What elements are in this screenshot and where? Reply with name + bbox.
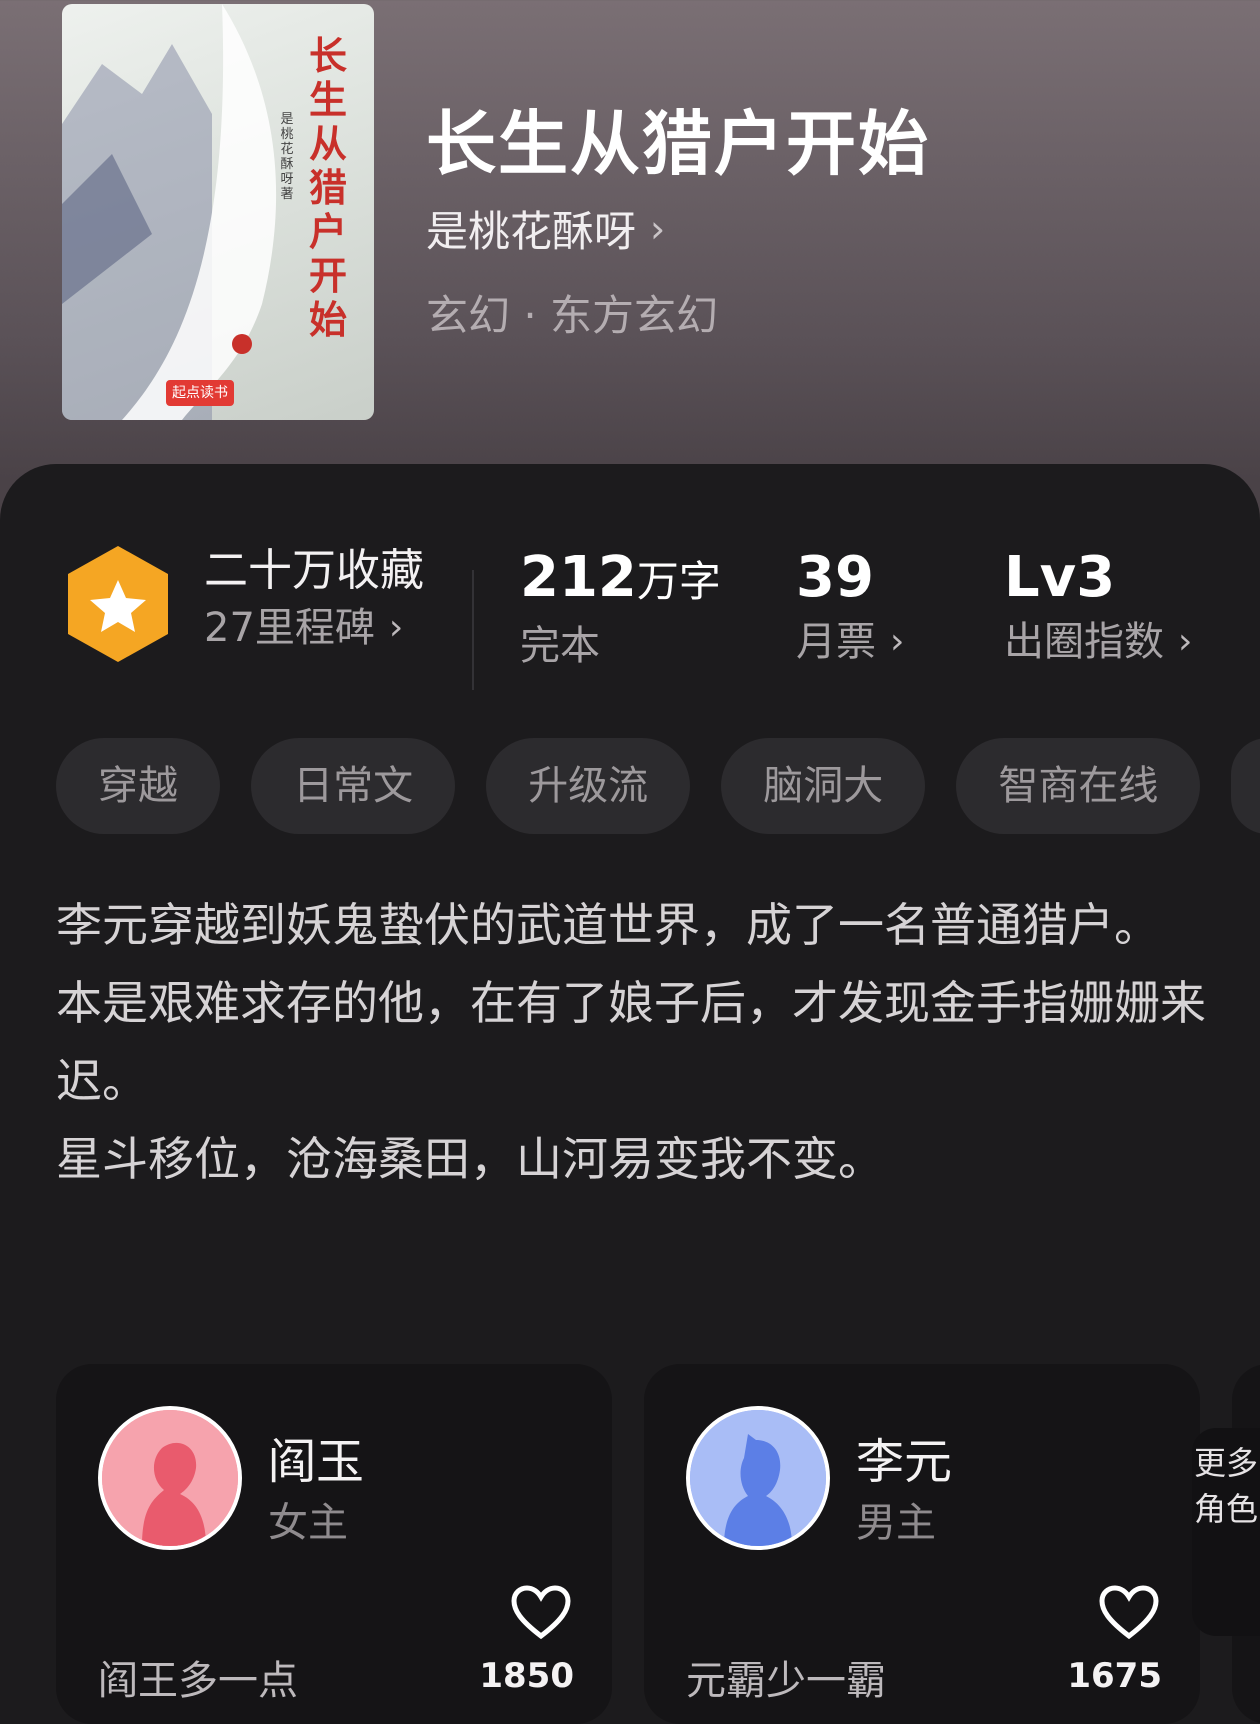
cover-author: 是桃花酥呀 著 [280,112,294,202]
more-roles-button[interactable]: 更多角色 [1192,1428,1260,1636]
like-count: 1675 [1067,1656,1162,1696]
tag-chip[interactable]: 升级流 [486,738,691,834]
collect-sub-row: 27里程碑 › [204,602,424,654]
character-quote: 阎王多一点 [98,1658,298,1704]
tag-chip-partial[interactable] [1231,738,1260,834]
character-card[interactable]: 李元 男主 1675 元霸少一霸 [644,1364,1200,1724]
level-value: Lv3 [1004,545,1116,610]
collect-stat[interactable]: 二十万收藏 27里程碑 › [204,542,424,654]
tag-chip[interactable]: 脑洞大 [721,738,926,834]
like-count: 1850 [479,1656,574,1696]
chevron-right-icon: › [890,621,905,662]
heart-outline-icon[interactable] [1098,1584,1160,1640]
stats-row: 二十万收藏 27里程碑 › 212万字 完本 39 月票 › Lv3 出圈指数 [0,504,1260,690]
book-header: 长生从猎户开始 是桃花酥呀 著 起点读书 长生从猎户开始 是桃花酥呀 › 玄幻 … [0,0,1260,480]
word-count-number: 212 [520,545,637,610]
votes-label-row: 月票 › [796,616,904,668]
word-count-unit: 万字 [636,557,721,606]
tag-list: 穿越 日常文 升级流 脑洞大 智商在线 [56,738,1260,838]
chevron-right-icon: › [650,206,666,251]
book-genre: 玄幻 · 东方玄幻 [426,291,719,340]
avatar [686,1406,830,1550]
word-count: 212万字 [520,546,721,614]
cover-publisher: 起点读书 [166,380,234,406]
tag-chip[interactable]: 日常文 [251,738,456,834]
votes-stat[interactable]: 39 月票 › [796,546,904,668]
cover-title: 长生从猎户开始 [308,33,347,342]
description-line: 李元穿越到妖鬼蛰伏的武道世界，成了一名普通猎户。 [56,898,1160,952]
votes-label: 月票 [796,619,876,665]
tag-chip[interactable]: 穿越 [56,738,220,834]
heart-outline-icon[interactable] [510,1584,572,1640]
character-quote: 元霸少一霸 [686,1658,886,1704]
stats-divider [472,570,474,690]
character-role: 男主 [856,1500,936,1546]
level-label: 出圈指数 [1004,619,1164,665]
avatar [98,1406,242,1550]
level-stat[interactable]: Lv3 出圈指数 › [1004,546,1192,668]
description-line: 星斗移位，沧海桑田，山河易变我不变。 [56,1132,884,1186]
description-line: 本是艰难求存的他，在有了娘子后，才发现金手指姗姗来迟。 [56,976,1206,1108]
collect-title: 二十万收藏 [204,545,424,596]
star-hexagon-icon [68,546,168,662]
level-label-row: 出圈指数 › [1004,616,1192,668]
book-cover[interactable]: 长生从猎户开始 是桃花酥呀 著 起点读书 [62,4,374,420]
author-name: 是桃花酥呀 [426,207,637,256]
character-card[interactable]: 阎玉 女主 1850 阎王多一点 [56,1364,612,1724]
male-silhouette-icon [690,1410,826,1546]
chevron-right-icon: › [1178,621,1193,662]
character-name: 李元 [856,1434,953,1490]
book-detail-panel: 二十万收藏 27里程碑 › 212万字 完本 39 月票 › Lv3 出圈指数 [0,464,1260,1724]
chevron-right-icon: › [388,607,404,648]
female-silhouette-icon [102,1410,238,1546]
collect-milestone: 27里程碑 [204,605,375,651]
author-link[interactable]: 是桃花酥呀 › [426,198,665,259]
character-name: 阎玉 [268,1434,365,1490]
votes-count: 39 [796,545,874,610]
tag-chip[interactable]: 智商在线 [956,738,1201,834]
character-role: 女主 [268,1500,348,1546]
book-title: 长生从猎户开始 [426,102,930,185]
book-description: 李元穿越到妖鬼蛰伏的武道世界，成了一名普通猎户。 本是艰难求存的他，在有了娘子后… [56,886,1206,1198]
book-status: 完本 [520,623,600,669]
word-count-stat: 212万字 完本 [520,546,721,672]
